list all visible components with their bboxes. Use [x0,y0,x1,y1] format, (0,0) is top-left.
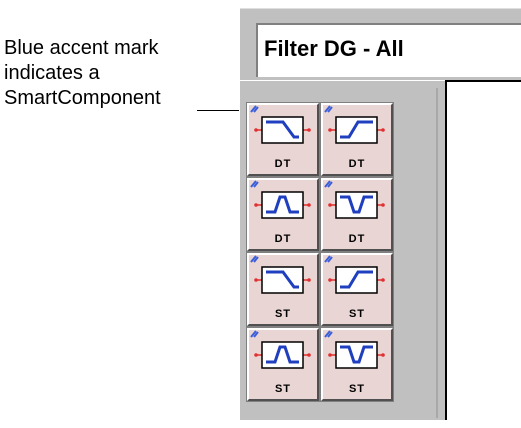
pin-terminal [328,353,332,357]
pin-terminal [328,128,332,132]
smartcomponent-accent-mark [250,105,259,113]
pin-terminal [307,353,311,357]
highpass-filter-icon [324,105,385,144]
smartcomponent-accent-mark [324,255,333,263]
pin-terminal [381,353,385,357]
tile-label: ST [274,308,292,320]
pin-terminal [328,203,332,207]
pin-terminal [307,128,311,132]
tile-label: DT [274,158,292,170]
smartcomponent-tile-highpass-dt[interactable]: DT [320,102,394,177]
callout-line-3: SmartComponent [4,87,161,109]
smartcomponent-accent-mark [250,180,259,188]
smartcomponent-tile-lowpass-dt[interactable]: DT [246,102,320,177]
smartcomponent-tile-highpass-st[interactable]: ST [320,252,394,327]
smartcomponent-accent-mark [324,105,333,113]
tile-label: ST [348,383,366,395]
palette-divider [436,88,438,418]
lowpass-filter-icon [250,105,311,144]
callout-leader-line [197,110,239,111]
tile-label: ST [348,308,366,320]
smartcomponent-accent-mark [324,330,333,338]
smartcomponent-accent-mark [324,180,333,188]
panel-top-edge [240,8,521,9]
schematic-canvas[interactable] [445,80,521,420]
tile-label: DT [348,233,366,245]
smartcomponent-accent-mark [250,330,259,338]
smartcomponent-tile-bandpass-dt[interactable]: DT [246,177,320,252]
pin-terminal [381,278,385,282]
smartcomponent-accent-mark [250,255,259,263]
pin-terminal [381,128,385,132]
smartcomponent-tile-bandstop-dt[interactable]: DT [320,177,394,252]
palette-filter-label: Filter DG - All [264,36,404,61]
callout-line-2: indicates a [4,62,100,84]
bandpass-filter-icon [250,180,311,219]
bandpass-filter-icon [250,330,311,369]
pin-terminal [328,278,332,282]
pin-terminal [307,203,311,207]
smartcomponent-callout: Blue accent mark indicates a SmartCompon… [4,36,219,111]
pin-terminal [254,353,258,357]
smartcomponent-tile-lowpass-st[interactable]: ST [246,252,320,327]
lowpass-filter-icon [250,255,311,294]
smartcomponent-tile-bandpass-st[interactable]: ST [246,327,320,402]
pin-terminal [381,203,385,207]
pin-terminal [254,128,258,132]
bandstop-filter-icon [324,180,385,219]
tile-label: DT [274,233,292,245]
pin-terminal [307,278,311,282]
tile-label: ST [274,383,292,395]
smartcomponent-tile-bandstop-st[interactable]: ST [320,327,394,402]
pin-terminal [254,203,258,207]
bandstop-filter-icon [324,330,385,369]
highpass-filter-icon [324,255,385,294]
component-palette-window: Filter DG - All DT DT DT DT ST ST ST ST [240,8,521,420]
palette-filter-field[interactable]: Filter DG - All [256,23,521,77]
tile-label: DT [348,158,366,170]
callout-line-1: Blue accent mark [4,37,159,59]
pin-terminal [254,278,258,282]
